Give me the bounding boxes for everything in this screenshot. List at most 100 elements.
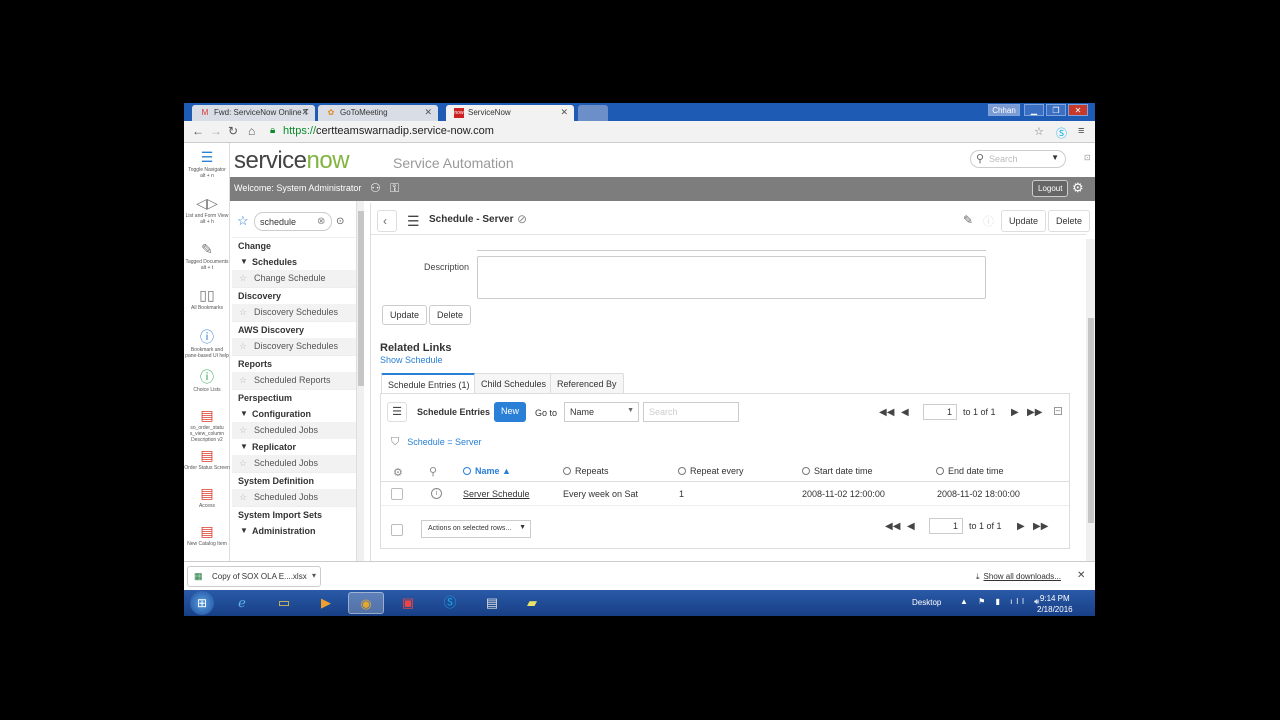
column-options-icon[interactable] [563,467,571,475]
page-number-input[interactable]: 1 [923,404,957,420]
nav-module-scheduled-jobs[interactable]: ☆ Scheduled Jobs [232,422,356,439]
home-icon[interactable]: ⌂ [248,124,255,138]
attachment-icon[interactable]: ⊘ [517,212,527,226]
cell-name[interactable]: Server Schedule [463,489,530,499]
info-icon[interactable]: ⓘ [983,213,994,229]
file-explorer-icon[interactable]: ▭ [266,592,302,614]
elevate-roles-icon[interactable]: ⚿ [390,181,399,196]
nav-section-administration[interactable]: ▼ Administration [232,523,356,539]
list-context-menu-icon[interactable]: ☰ [387,402,407,422]
column-search-icon[interactable]: ⚲ [429,465,437,478]
system-clock[interactable]: 9:14 PM 2/18/2016 [1037,593,1073,615]
update-button[interactable]: Update [1001,210,1047,232]
last-page-icon[interactable]: ▶▶ [1027,407,1042,418]
bookmark-star-icon[interactable]: ☆ [1034,125,1044,138]
impersonate-user-icon[interactable]: ⚇ [370,181,381,195]
back-button[interactable]: ‹ [377,210,397,232]
update-button-bottom[interactable]: Update [382,305,428,325]
column-start-date-time[interactable]: Start date time [802,466,873,476]
tab-child-schedules[interactable]: Child Schedules [474,373,554,393]
scrollbar-thumb[interactable] [1088,318,1094,523]
close-window-icon[interactable]: ✕ [1068,104,1088,116]
form-context-menu-icon[interactable]: ☰ [407,213,420,230]
chrome-icon[interactable]: ◉ [348,592,384,614]
favorites-star-icon[interactable]: ☆ [237,213,249,229]
favorite-star-icon[interactable]: ☆ [239,422,247,439]
list-filter-breadcrumb[interactable]: ⛉ Schedule = Server [391,436,482,449]
goto-field-select[interactable]: Name ▼ [564,402,639,422]
favorite-star-icon[interactable]: ☆ [239,489,247,506]
nav-application-reports[interactable]: Reports [232,355,356,372]
nav-application-discovery[interactable]: Discovery [232,287,356,304]
all-bookmarks-button[interactable]: ▯▯ All Bookmarks [184,287,230,311]
tab-referenced-by[interactable]: Referenced By [550,373,624,393]
first-page-icon[interactable]: ◀◀ [885,521,900,532]
chevron-down-icon[interactable]: ▼ [1051,153,1059,162]
scrollbar-thumb[interactable] [358,211,364,386]
actions-select[interactable]: Actions on selected rows... ▼ [421,520,531,538]
global-search-input[interactable]: ⚲ Search ▼ [970,150,1066,168]
desktop-toolbar-label[interactable]: Desktop [912,598,941,607]
description-field[interactable] [477,256,986,299]
forward-icon[interactable]: → [210,124,222,138]
select-all-checkbox[interactable] [391,524,403,536]
new-tab-button[interactable] [578,105,608,121]
page-number-input[interactable]: 1 [929,518,963,534]
show-schedule-link[interactable]: Show Schedule [380,355,443,365]
nav-module-change-schedule[interactable]: ☆ Change Schedule [232,270,356,287]
nav-section-replicator[interactable]: ▼ Replicator [232,439,356,455]
filter-condition[interactable]: Schedule = Server [407,437,481,447]
column-options-icon[interactable] [936,467,944,475]
bookmark-report-1[interactable]: ▤ so_order_statu s_view_column Descripti… [184,407,230,443]
bookmark-report-4[interactable]: ▤ New Catalog Item [184,523,230,547]
content-scrollbar[interactable] [1086,239,1095,561]
collapse-all-icon[interactable]: ⊙ [336,216,344,227]
list-settings-gear-icon[interactable]: ⚙ [393,466,403,479]
close-tab-icon[interactable]: ✕ [424,107,432,118]
skype-extension-icon[interactable]: Ⓢ [1056,125,1067,141]
toggle-navigator-button[interactable]: ☰ Toggle Navigator alt + n [184,149,230,179]
notes-taskbar-icon[interactable]: ▰ [514,592,550,614]
next-page-icon[interactable]: ▶ [1011,407,1019,418]
previous-page-icon[interactable]: ◀ [901,407,909,418]
media-player-icon[interactable]: ▶ [308,592,344,614]
back-icon[interactable]: ← [192,124,204,138]
gear-icon[interactable]: ⚙ [1072,180,1084,196]
favorite-star-icon[interactable]: ☆ [239,372,247,389]
favorite-star-icon[interactable]: ☆ [239,338,247,355]
nav-section-schedules[interactable]: ▼ Schedules [232,254,356,270]
close-downloads-icon[interactable]: ✕ [1077,570,1085,581]
paperclip-icon[interactable]: ✎ [963,213,973,227]
column-name[interactable]: Name ▲ [463,466,511,476]
system-tray-icons[interactable]: ▲ ⚑ ▮ ıll 🔊︎ [960,597,1043,607]
reload-icon[interactable]: ↻ [228,124,238,138]
column-repeat-every[interactable]: Repeat every [678,466,744,476]
favorite-star-icon[interactable]: ☆ [239,455,247,472]
column-end-date-time[interactable]: End date time [936,466,1004,476]
nav-module-scheduled-jobs[interactable]: ☆ Scheduled Jobs [232,455,356,472]
list-form-view-button[interactable]: ◁▷ List and Form View alt + h [184,195,230,225]
bookmark-report-3[interactable]: ▤ Access [184,485,230,509]
filter-icon[interactable]: ⛉ [391,436,399,448]
row-checkbox[interactable] [391,488,403,500]
delete-button[interactable]: Delete [1048,210,1091,232]
tagged-documents-button[interactable]: ✎ Tagged Documents alt + t [184,241,230,271]
tab-schedule-entries[interactable]: Schedule Entries (1) [381,373,477,393]
column-repeats[interactable]: Repeats [563,466,609,476]
nav-application-aws-discovery[interactable]: AWS Discovery [232,321,356,338]
nav-module-scheduled-reports[interactable]: ☆ Scheduled Reports [232,372,356,389]
nav-module-discovery-schedules[interactable]: ☆ Discovery Schedules [232,304,356,321]
last-page-icon[interactable]: ▶▶ [1033,521,1048,532]
first-page-icon[interactable]: ◀◀ [879,407,894,418]
document-taskbar-icon[interactable]: ▤ [474,592,510,614]
column-options-icon[interactable] [802,467,810,475]
close-tab-icon[interactable]: ✕ [301,107,309,118]
windows-start-button[interactable]: ⊞ [190,591,214,615]
user-badge[interactable]: Chhan [988,104,1020,116]
download-item[interactable]: ▦ Copy of SOX OLA E....xlsx ▾ [187,566,321,587]
bookmark-report-2[interactable]: ▤ Order Status Screen [184,447,230,471]
favorite-star-icon[interactable]: ☆ [239,304,247,321]
next-page-icon[interactable]: ▶ [1017,521,1025,532]
nav-application-perspectium[interactable]: Perspectium [232,389,356,406]
skype-taskbar-icon[interactable]: Ⓢ [432,592,468,614]
